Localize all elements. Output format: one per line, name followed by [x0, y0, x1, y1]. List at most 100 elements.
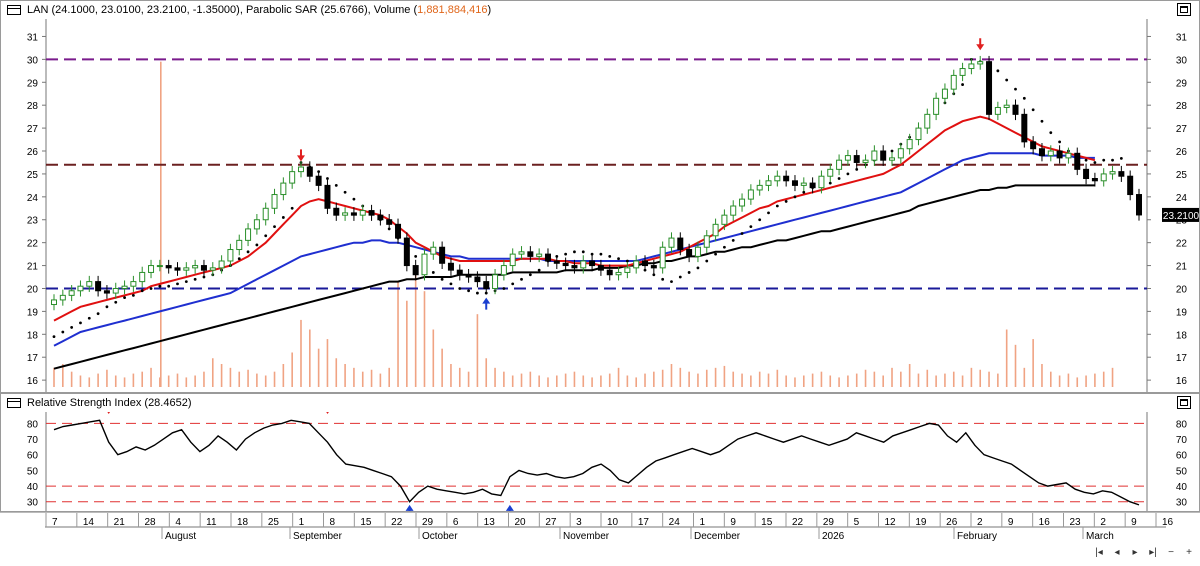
month-label: August	[165, 531, 196, 542]
day-label: 3	[576, 517, 582, 528]
volume-bar	[820, 371, 823, 387]
candle-bullish	[897, 148, 904, 159]
candle-bullish	[236, 239, 243, 251]
scroll-start-icon[interactable]: |◂	[1092, 547, 1106, 559]
candle-bearish	[1127, 175, 1134, 196]
sar-dot	[87, 316, 91, 320]
volume-bar	[564, 373, 567, 387]
volume-bar	[917, 373, 920, 387]
panel-menu-icon[interactable]	[7, 5, 21, 15]
candle-bearish	[686, 249, 693, 257]
sar-dot	[696, 266, 700, 270]
candle-bullish	[730, 205, 737, 216]
volume-bar	[247, 369, 249, 387]
sar-dot	[131, 293, 135, 297]
candle-bullish	[297, 166, 304, 173]
volume-bar	[1049, 371, 1052, 387]
candle-bullish	[130, 281, 137, 287]
day-label: 19	[915, 517, 927, 528]
volume-bar	[344, 364, 346, 387]
day-label: 29	[422, 517, 434, 528]
candle-bullish	[342, 212, 349, 216]
rsi-sell-arrow-icon	[326, 412, 329, 414]
volume-bar	[582, 375, 585, 387]
volume-bar	[70, 371, 73, 387]
candle-bearish	[1056, 150, 1063, 159]
y-tick-right: 25	[1176, 170, 1188, 181]
scroll-end-icon[interactable]: ▸|	[1146, 547, 1160, 559]
volume-bar	[556, 375, 558, 387]
rsi-maximize-icon[interactable]	[1177, 396, 1191, 409]
sar-dot	[775, 204, 779, 208]
zoom-in-icon[interactable]: +	[1182, 547, 1196, 559]
volume-bar	[229, 367, 232, 387]
y-tick-right: 30	[1176, 55, 1188, 66]
rsi-panel-header: Relative Strength Index (28.4652)	[1, 394, 1199, 412]
day-label: 24	[669, 517, 681, 528]
day-label: 29	[823, 517, 835, 528]
sar-dot	[617, 257, 620, 261]
y-tick-right: 18	[1176, 330, 1188, 341]
sar-dot	[1049, 131, 1053, 135]
volume-bar	[855, 373, 858, 387]
day-label: 9	[1008, 517, 1014, 528]
volume-bar	[1085, 375, 1087, 387]
candle-bullish	[77, 285, 84, 292]
sar-dot	[749, 225, 753, 229]
zoom-out-icon[interactable]: −	[1164, 547, 1178, 559]
candle-bearish	[553, 260, 560, 264]
sar-dot	[70, 326, 74, 329]
y-tick-left: 16	[27, 376, 39, 387]
rsi-chart[interactable]: 80 80 70 70 60 60 50 50 40 40 30 30	[1, 412, 1199, 511]
candle-bearish	[324, 184, 331, 209]
volume-spike	[160, 61, 162, 387]
volume-bar	[723, 365, 726, 387]
candle-bearish	[403, 237, 410, 267]
day-label: 9	[1131, 517, 1137, 528]
sar-dot	[237, 257, 241, 261]
month-label: November	[563, 531, 610, 542]
volume-bar	[617, 367, 620, 387]
candle-bullish	[1047, 150, 1054, 157]
day-label: 11	[206, 517, 217, 528]
rsi-buy-arrow-icon	[505, 504, 514, 511]
price-panel-header: LAN (24.1000, 23.0100, 23.2100, -1.35000…	[1, 1, 1199, 19]
day-label: 21	[114, 517, 126, 528]
scroll-left-icon[interactable]: ◂	[1110, 547, 1124, 559]
last-price-tag: 23.2100	[1163, 211, 1199, 222]
scroll-controls: |◂ ◂ ▸ ▸| − +	[1092, 547, 1196, 559]
sar-dot	[661, 277, 665, 281]
volume-bar	[203, 371, 205, 387]
candle-bearish	[165, 265, 172, 269]
candle-bearish	[880, 150, 887, 161]
y-tick-left: 22	[27, 239, 39, 250]
price-panel: LAN (24.1000, 23.0100, 23.2100, -1.35000…	[0, 0, 1200, 393]
scroll-right-icon[interactable]: ▸	[1128, 547, 1142, 559]
candle-bullish	[924, 113, 931, 129]
volume-bar	[591, 377, 593, 387]
candle-bullish	[712, 223, 719, 237]
volume-bar	[1032, 339, 1034, 387]
rsi-y-tick-left: 50	[27, 466, 39, 477]
candle-bullish	[633, 260, 640, 269]
volume-bar	[1094, 373, 1096, 387]
candle-bearish	[350, 212, 357, 216]
volume-bar	[388, 367, 391, 387]
rsi-panel-menu-icon[interactable]	[7, 398, 21, 408]
candle-bullish	[994, 106, 1001, 115]
candle-bearish	[1083, 168, 1090, 180]
candle-bullish	[112, 287, 119, 294]
candle-bullish	[668, 237, 675, 248]
ma-mid-line	[53, 152, 1095, 347]
maximize-icon[interactable]	[1177, 3, 1191, 16]
candle-bullish	[915, 127, 922, 141]
sar-dot	[996, 69, 1000, 73]
price-chart[interactable]: 3131303029292828272726262525242423232222…	[1, 19, 1199, 392]
sar-dot	[599, 252, 603, 256]
sar-dot	[758, 218, 762, 222]
y-tick-left: 23	[27, 216, 39, 227]
volume-bar	[361, 371, 364, 387]
sar-dot	[96, 312, 100, 316]
volume-bar	[300, 319, 302, 387]
y-tick-left: 18	[27, 330, 39, 341]
